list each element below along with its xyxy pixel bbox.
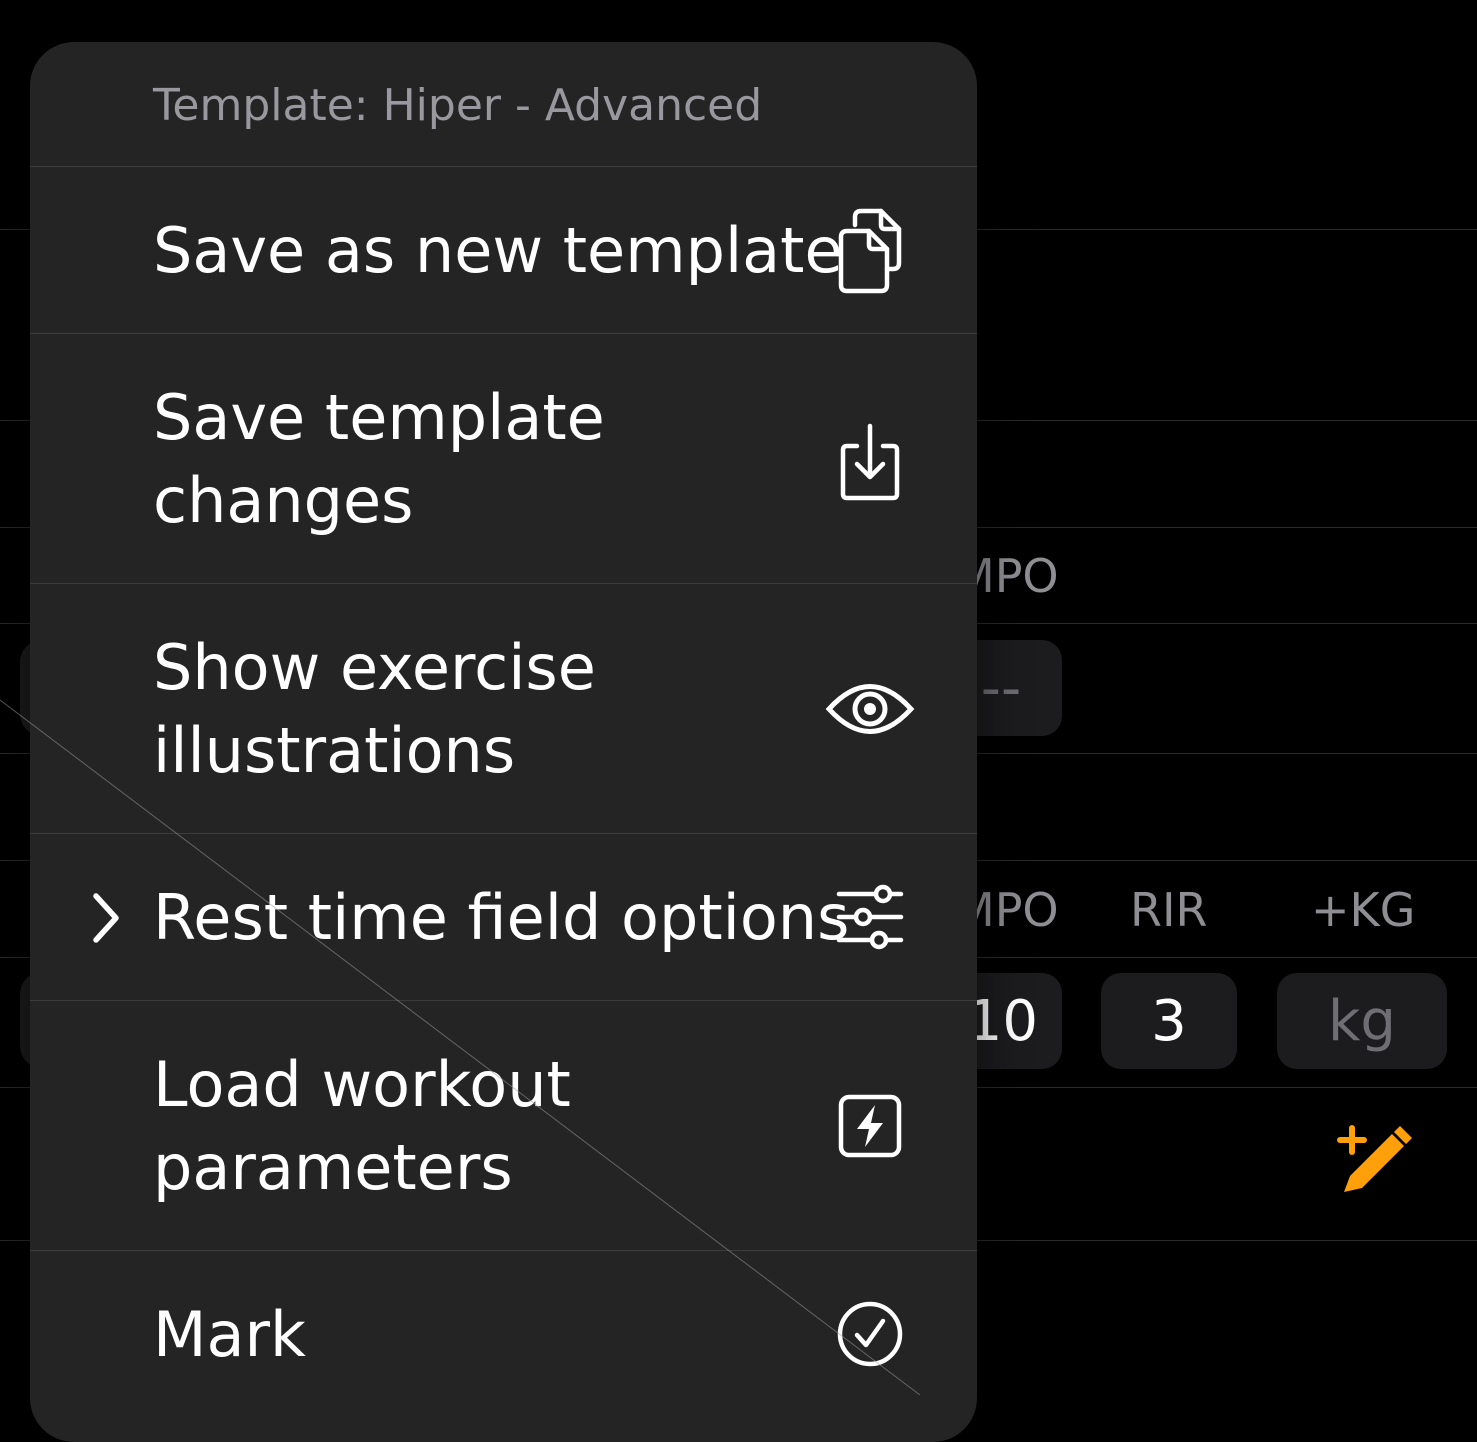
rir-header: RIR: [1130, 883, 1208, 937]
menu-item-label-line2: changes: [153, 464, 414, 537]
mark-item[interactable]: Mark: [30, 1251, 977, 1442]
menu-item-label-line1: Load workout: [153, 1048, 571, 1121]
menu-item-label-line1: Show exercise: [153, 631, 596, 704]
show-exercise-illustrations-item[interactable]: Show exercise illustrations: [30, 584, 977, 834]
menu-item-label: Mark: [153, 1298, 306, 1371]
menu-item-label-line2: parameters: [153, 1131, 513, 1204]
save-template-changes-item[interactable]: Save template changes: [30, 334, 977, 584]
rir-field[interactable]: 3: [1101, 973, 1237, 1069]
kg-header: +KG: [1311, 883, 1416, 937]
menu-item-label: Rest time field options: [153, 881, 850, 954]
rest-time-field-options-item[interactable]: Rest time field options: [30, 834, 977, 1001]
save-download-icon: [825, 416, 915, 506]
menu-header: Template: Hiper - Advanced: [30, 42, 977, 167]
bolt-square-icon: [825, 1081, 915, 1171]
menu-title: Template: Hiper - Advanced: [153, 80, 763, 131]
kg-field[interactable]: kg: [1277, 973, 1447, 1069]
add-edit-pencil-icon[interactable]: [1330, 1122, 1420, 1202]
eye-icon: [825, 664, 915, 754]
chevron-right-icon: [86, 888, 126, 948]
menu-item-label-line2: illustrations: [153, 714, 516, 787]
load-workout-parameters-item[interactable]: Load workout parameters: [30, 1001, 977, 1251]
copy-documents-icon: [825, 205, 915, 295]
menu-item-label: Save as new template: [153, 214, 843, 287]
menu-item-label-line1: Save template: [153, 381, 605, 454]
save-as-new-template-item[interactable]: Save as new template: [30, 167, 977, 334]
checkmark-circle-icon: [825, 1289, 915, 1379]
context-menu: Template: Hiper - Advanced Save as new t…: [30, 42, 977, 1442]
sliders-icon: [825, 872, 915, 962]
